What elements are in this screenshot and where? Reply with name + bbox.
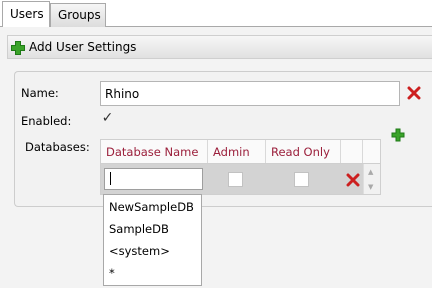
tab-groups[interactable]: Groups: [50, 3, 106, 27]
tab-users[interactable]: Users: [2, 1, 50, 28]
dropdown-option[interactable]: NewSampleDB: [104, 196, 201, 217]
database-name-input[interactable]: [104, 168, 203, 190]
enabled-label: Enabled:: [21, 114, 72, 128]
scroll-down-icon[interactable]: ▼: [368, 183, 373, 191]
dropdown-option[interactable]: SampleDB: [104, 218, 201, 239]
database-name-dropdown: NewSampleDB SampleDB <system> *: [103, 194, 202, 286]
users-panel: Add User Settings Name: Enabled: ✓ Datab…: [0, 27, 432, 288]
user-settings-window: Users Groups Add User Settings Name: Ena…: [0, 0, 432, 288]
delete-user-icon[interactable]: [407, 86, 421, 100]
user-settings-form: Name: Enabled: ✓ Databases: Database Nam…: [14, 71, 432, 207]
dropdown-option[interactable]: *: [104, 262, 201, 283]
remove-database-icon[interactable]: [346, 173, 360, 187]
grid-header: Database Name Admin Read Only: [101, 140, 380, 164]
databases-grid: Database Name Admin Read Only ▲ ▼: [100, 139, 381, 195]
column-header-admin[interactable]: Admin: [208, 140, 266, 163]
column-header-actions: [341, 140, 363, 163]
add-database-icon[interactable]: [391, 128, 405, 142]
grid-scrollbar[interactable]: ▲ ▼: [363, 164, 380, 194]
column-header-read-only[interactable]: Read Only: [266, 140, 341, 163]
plus-icon[interactable]: [10, 40, 26, 56]
name-label: Name:: [21, 86, 59, 100]
add-user-settings-header[interactable]: Add User Settings: [7, 35, 432, 59]
column-header-database-name[interactable]: Database Name: [101, 140, 208, 163]
databases-label: Databases:: [25, 140, 90, 154]
dropdown-option[interactable]: <system>: [104, 240, 201, 261]
table-row: [101, 164, 363, 194]
tab-strip: Users Groups: [0, 0, 432, 28]
panel-title: Add User Settings: [29, 40, 137, 54]
name-field[interactable]: [100, 81, 400, 106]
enabled-checkbox[interactable]: ✓: [99, 110, 116, 127]
column-header-scroll: [363, 140, 380, 163]
text-caret: [110, 172, 111, 185]
admin-checkbox[interactable]: [228, 172, 243, 187]
read-only-checkbox[interactable]: [294, 172, 309, 187]
scroll-up-icon[interactable]: ▲: [368, 168, 373, 176]
